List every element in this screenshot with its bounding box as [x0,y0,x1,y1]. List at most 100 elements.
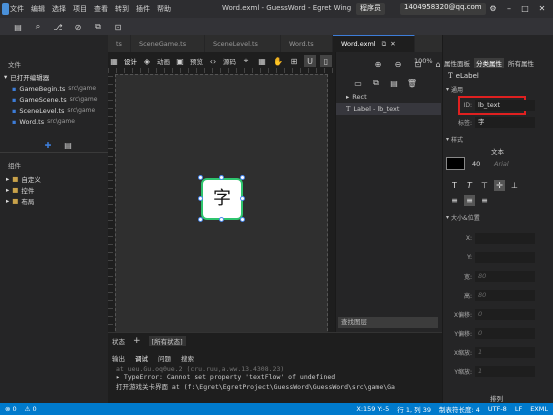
tab-all-properties[interactable]: 所有属性 [508,58,534,68]
split-icon[interactable]: ⧉ [382,40,387,49]
tree-item-custom[interactable]: ▸ ■ 自定义 [6,173,101,184]
source-control-icon[interactable]: ⎇ [52,21,64,33]
zoom-select[interactable]: 100% [414,57,438,69]
minimize-icon[interactable]: – [502,2,516,16]
menu-project[interactable]: 项目 [73,4,87,14]
preview-icon[interactable]: ⊡ [112,21,124,33]
height-input[interactable]: 80 [475,290,535,301]
menu-select[interactable]: 选择 [52,4,66,14]
section-size-position[interactable]: ▾ 大小&位置 [446,213,480,222]
debug-icon[interactable]: ⊘ [72,21,84,33]
list-item[interactable]: ▪ GameBegin.ts src\game [12,83,107,94]
align-top-icon[interactable]: ⊤ [479,180,490,191]
encoding[interactable]: UTF-8 [488,405,507,413]
layer-rect[interactable]: ▸ Rect [336,91,441,103]
user-email[interactable]: 1404958320@qq.com [400,3,486,15]
zoom-out-icon[interactable]: ⊖ [392,58,404,70]
extensions-icon[interactable]: ⧉ [92,21,104,33]
list-item[interactable]: ▪ SceneLevel.ts src\game [12,105,107,116]
hand-icon[interactable]: ✋ [272,55,284,67]
x-offset-input[interactable]: 0 [475,309,535,320]
resize-handle-w[interactable] [198,196,203,201]
magnet-icon[interactable]: U [304,55,316,67]
tab-search[interactable]: 搜索 [181,353,194,363]
zoom-in-icon[interactable]: ⊕ [372,58,384,70]
settings-icon[interactable]: ⚙ [486,2,500,16]
align-left-icon[interactable]: ≡ [449,195,460,206]
menu-file[interactable]: 文件 [10,4,24,14]
menu-plugins[interactable]: 插件 [136,4,150,14]
resize-handle-s[interactable] [219,217,224,222]
close-icon[interactable]: ✕ [535,2,549,16]
pin-icon[interactable]: ⌖ [240,55,252,67]
tab-category[interactable]: 分类属性 [474,58,504,68]
delete-icon[interactable]: 🗑 [406,77,418,89]
folder-add-icon[interactable]: ▭ [352,77,364,89]
y-input[interactable] [475,252,535,263]
tab-debug[interactable]: 调试 [135,353,148,363]
menu-help[interactable]: 帮助 [157,4,171,14]
group-icon[interactable]: ▤ [388,77,400,89]
y-scale-input[interactable]: 1 [475,366,535,377]
tab-ts[interactable]: ts [108,35,131,52]
menu-goto[interactable]: 转到 [115,4,129,14]
menu-edit[interactable]: 编辑 [31,4,45,14]
title-input[interactable]: 字 [475,117,535,128]
animation-tab[interactable]: 动画 [157,56,170,66]
list-item[interactable]: ▪ Word.ts src\game [12,116,107,127]
library-icon[interactable]: ▤ [62,139,74,151]
id-input[interactable]: lb_text [475,100,535,111]
width-input[interactable]: 80 [475,271,535,282]
tab-problems[interactable]: 问题 [158,353,171,363]
explorer-icon[interactable]: ▤ [12,21,24,33]
frame-icon[interactable]: ⊞ [288,55,300,67]
layer-label[interactable]: T Label - lb_text [336,103,441,115]
text-color-swatch[interactable] [446,157,465,170]
role-dropdown[interactable]: 程序员 [356,3,385,15]
tab-scenelevel[interactable]: SceneLevel.ts [205,35,281,52]
font-family-value[interactable]: Arial [494,160,509,168]
line-ending[interactable]: LF [515,405,522,413]
section-common[interactable]: ▾ 通用 [446,85,463,94]
layer-search-input[interactable]: 查找图层 [338,317,438,328]
list-item[interactable]: ▪ GameScene.ts src\game [12,94,107,105]
language-mode[interactable]: EXML [530,405,548,413]
menu-view[interactable]: 查看 [94,4,108,14]
preview-tab[interactable]: 预览 [190,56,203,66]
font-size-value[interactable]: 40 [472,160,480,168]
resize-handle-sw[interactable] [198,217,203,222]
align-right-icon[interactable]: ≡ [479,195,490,206]
resize-handle-se[interactable] [240,217,245,222]
tree-item-controls[interactable]: ▸ ■ 控件 [6,184,101,195]
warning-count[interactable]: ⚠ 0 [25,405,37,413]
x-input[interactable] [475,233,535,244]
grid-icon[interactable]: ▦ [256,55,268,67]
tab-scenegame[interactable]: SceneGame.ts [131,35,205,52]
copy-icon[interactable]: ⧉ [370,77,382,89]
x-scale-input[interactable]: 1 [475,347,535,358]
snap-icon[interactable]: ▯ [320,55,332,67]
align-middle-icon[interactable]: ✛ [494,180,505,191]
tab-properties[interactable]: 属性面板 [444,58,470,68]
puzzle-icon[interactable]: ✚ [42,139,54,151]
bold-text-icon[interactable]: T [449,180,460,191]
line-column[interactable]: 行 1, 列 39 [397,404,431,414]
search-icon[interactable]: ⌕ [32,21,44,33]
section-style[interactable]: ▾ 样式 [446,135,463,144]
section-arrange[interactable]: 排列 [490,393,503,403]
tab-word-ts[interactable]: Word.ts [281,35,333,52]
maximize-icon[interactable]: □ [518,2,532,16]
tab-word-exml[interactable]: Word.exml ⧉ ✕ [332,35,415,52]
italic-text-icon[interactable]: T [464,180,475,191]
close-tab-icon[interactable]: ✕ [390,40,395,48]
resize-handle-e[interactable] [240,196,245,201]
design-tab[interactable]: 设计 [124,56,137,66]
align-bottom-icon[interactable]: ⊥ [509,180,520,191]
resize-handle-nw[interactable] [198,175,203,180]
source-tab[interactable]: 源码 [223,56,236,66]
tab-size[interactable]: 制表符长度: 4 [439,404,480,414]
y-offset-input[interactable]: 0 [475,328,535,339]
align-center-icon[interactable]: ≡ [464,195,475,206]
error-count[interactable]: ⊗ 0 [5,405,17,413]
resize-handle-ne[interactable] [240,175,245,180]
